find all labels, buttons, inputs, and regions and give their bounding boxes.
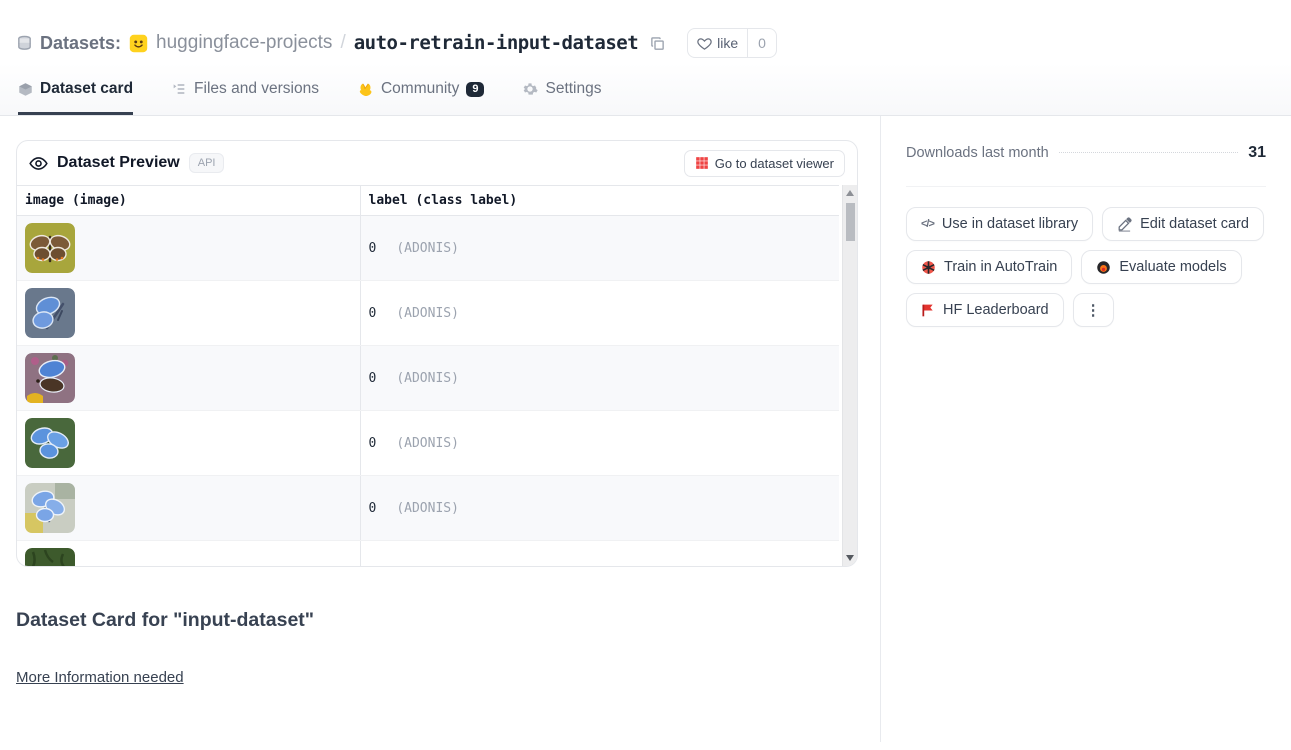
copy-icon[interactable] xyxy=(650,36,665,51)
label-cell xyxy=(360,541,839,568)
butterfly-thumbnail xyxy=(25,483,75,533)
content-area: Dataset Preview API Go to dataset viewer… xyxy=(0,116,1291,742)
breadcrumb-dataset-name[interactable]: auto-retrain-input-dataset xyxy=(354,32,638,54)
tab-bar: Dataset card Files and versions Communit… xyxy=(16,80,1275,115)
tab-community[interactable]: Community 9 xyxy=(357,80,485,115)
hf-leaderboard-button[interactable]: HF Leaderboard xyxy=(906,293,1064,327)
table-row xyxy=(17,541,839,568)
label-cell: 0(ADONIS) xyxy=(360,476,839,541)
files-versions-icon xyxy=(171,81,187,97)
table-header-row: image (image) label (class label) xyxy=(17,186,839,216)
table-row: 0(ADONIS) xyxy=(17,411,839,476)
tab-dataset-card[interactable]: Dataset card xyxy=(18,80,133,115)
tab-files-and-versions[interactable]: Files and versions xyxy=(171,80,319,115)
scroll-up-icon[interactable] xyxy=(846,190,854,196)
like-widget: like 0 xyxy=(687,28,777,58)
table-row: 0(ADONIS) xyxy=(17,346,839,411)
label-cell: 0(ADONIS) xyxy=(360,281,839,346)
train-in-autotrain-button[interactable]: Train in AutoTrain xyxy=(906,250,1072,284)
column-header-image: image (image) xyxy=(17,186,360,216)
sidebar-divider xyxy=(906,186,1266,187)
grid-icon xyxy=(695,156,709,170)
like-button[interactable]: like xyxy=(688,29,747,57)
preview-scrollbar[interactable] xyxy=(842,185,857,566)
butterfly-thumbnail xyxy=(25,288,75,338)
settings-icon xyxy=(522,81,538,97)
edit-dataset-card-button[interactable]: Edit dataset card xyxy=(1102,207,1264,241)
dataset-preview-card: Dataset Preview API Go to dataset viewer… xyxy=(16,140,858,567)
sidebar: Downloads last month 31 </> Use in datas… xyxy=(881,116,1291,742)
table-row: 0(ADONIS) xyxy=(17,281,839,346)
table-row: 0(ADONIS) xyxy=(17,476,839,541)
use-in-dataset-library-button[interactable]: </> Use in dataset library xyxy=(906,207,1093,241)
community-count-badge: 9 xyxy=(466,82,484,97)
scroll-down-icon[interactable] xyxy=(846,555,854,561)
preview-header: Dataset Preview API Go to dataset viewer xyxy=(17,141,857,185)
preview-title: Dataset Preview xyxy=(57,154,180,172)
evaluate-icon xyxy=(1096,260,1111,275)
butterfly-thumbnail xyxy=(25,548,75,567)
preview-table: image (image) label (class label) xyxy=(17,185,839,567)
eye-icon xyxy=(29,154,48,173)
tab-settings[interactable]: Settings xyxy=(522,80,601,115)
breadcrumb-org-link[interactable]: huggingface-projects xyxy=(156,32,332,54)
butterfly-thumbnail xyxy=(25,353,75,403)
more-options-button[interactable]: ⋮ xyxy=(1073,293,1114,327)
downloads-label: Downloads last month xyxy=(906,145,1049,161)
sidebar-actions: </> Use in dataset library Edit dataset … xyxy=(906,207,1278,327)
datasets-section-label: Datasets: xyxy=(16,33,121,54)
scrollbar-thumb[interactable] xyxy=(846,203,855,241)
go-to-dataset-viewer-button[interactable]: Go to dataset viewer xyxy=(684,150,845,177)
table-row: 0(ADONIS) xyxy=(17,216,839,281)
database-icon xyxy=(16,35,33,52)
vertical-ellipsis-icon: ⋮ xyxy=(1086,301,1101,319)
column-header-label: label (class label) xyxy=(360,186,839,216)
org-avatar[interactable] xyxy=(129,34,148,53)
like-count[interactable]: 0 xyxy=(747,29,776,57)
page-header: Datasets: huggingface-projects / auto-re… xyxy=(0,0,1291,116)
api-badge[interactable]: API xyxy=(189,153,225,173)
pencil-icon xyxy=(1117,217,1132,232)
main-column: Dataset Preview API Go to dataset viewer… xyxy=(0,116,881,742)
downloads-stat: Downloads last month 31 xyxy=(906,144,1266,162)
breadcrumb: Datasets: huggingface-projects / auto-re… xyxy=(16,28,1275,58)
dotted-leader xyxy=(1059,152,1239,153)
dataset-card-heading: Dataset Card for "input-dataset" xyxy=(16,609,858,632)
breadcrumb-separator: / xyxy=(340,32,345,54)
more-information-link[interactable]: More Information needed xyxy=(16,669,184,686)
label-cell: 0(ADONIS) xyxy=(360,346,839,411)
butterfly-thumbnail xyxy=(25,223,75,273)
downloads-value: 31 xyxy=(1248,144,1266,162)
heart-icon xyxy=(697,36,712,51)
dataset-card-icon xyxy=(18,82,33,97)
label-cell: 0(ADONIS) xyxy=(360,216,839,281)
evaluate-models-button[interactable]: Evaluate models xyxy=(1081,250,1241,284)
label-cell: 0(ADONIS) xyxy=(360,411,839,476)
autotrain-icon xyxy=(921,260,936,275)
community-icon xyxy=(357,81,374,98)
butterfly-thumbnail xyxy=(25,418,75,468)
flag-icon xyxy=(921,303,935,318)
code-icon: </> xyxy=(921,218,934,230)
